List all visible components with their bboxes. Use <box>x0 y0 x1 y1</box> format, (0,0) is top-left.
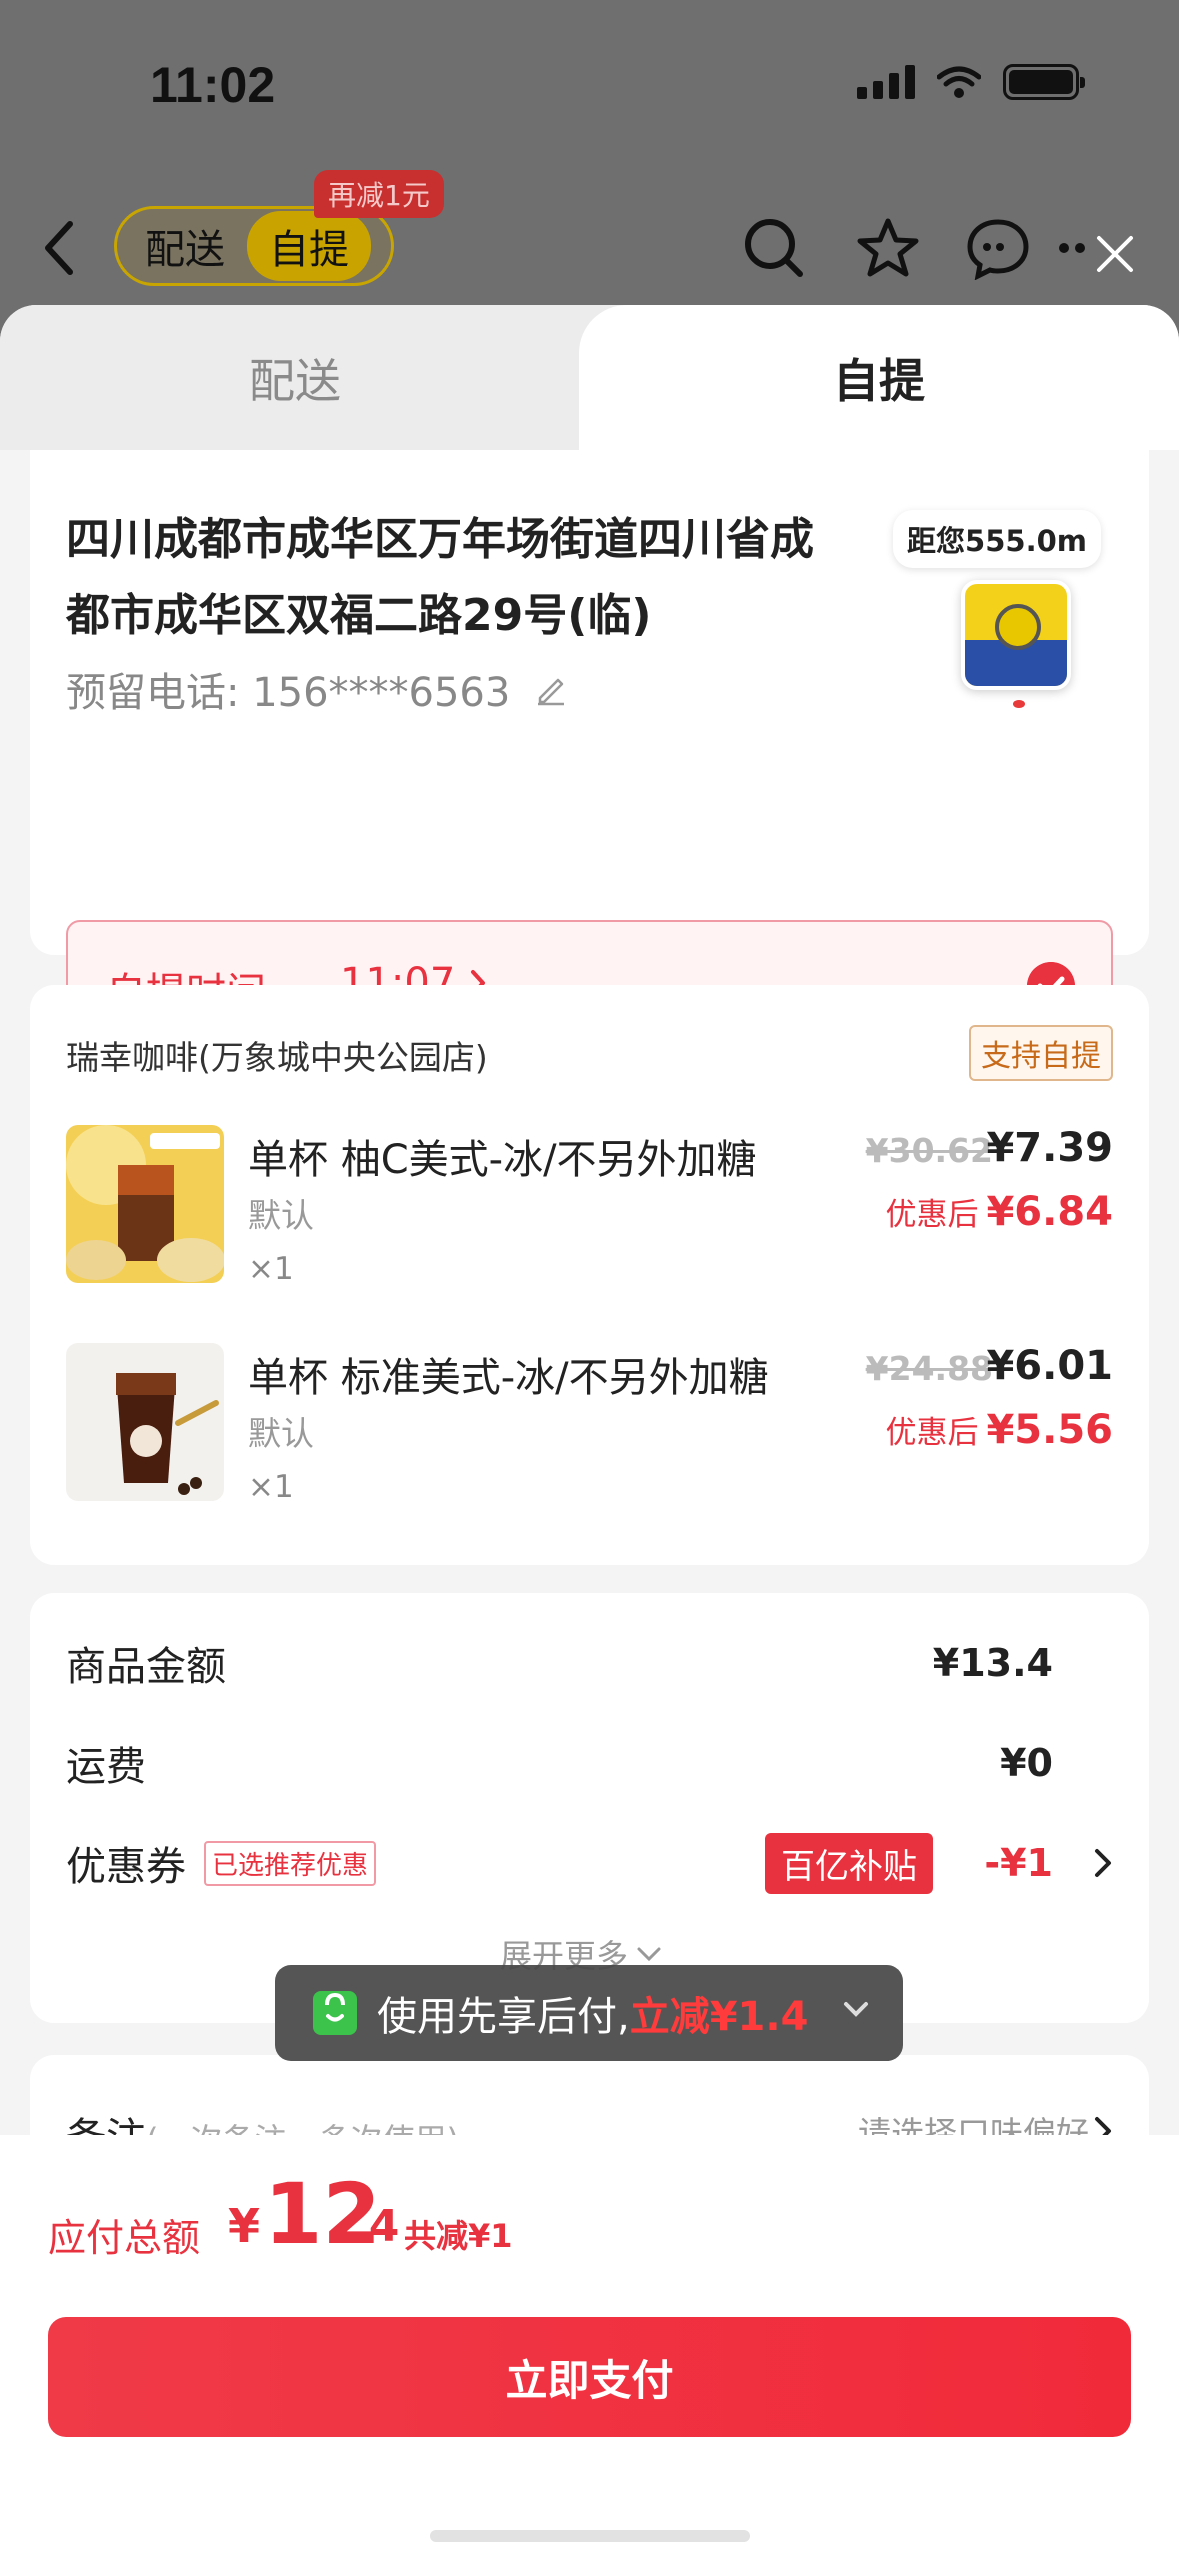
mode-delivery[interactable]: 配送 <box>145 217 225 275</box>
discounted-price: 优惠后 ¥6.84 <box>885 1189 1113 1235</box>
reserved-phone[interactable]: 预留电话: 156****6563 <box>66 660 568 718</box>
shipping-label: 运费 <box>66 1744 146 1790</box>
product-quantity: ×1 <box>248 1469 294 1505</box>
coupon-recommend-tag: 已选推荐优惠 <box>204 1840 377 1886</box>
toast-highlight: 立减¥1.4 <box>629 1994 809 2040</box>
store-name: 瑞幸咖啡(万象城中央公园店) <box>66 1038 488 1077</box>
shipping-row: 运费 ¥0 <box>66 1733 1113 1793</box>
chevron-right-icon[interactable] <box>1093 1847 1113 1879</box>
fulfillment-tabs: 配送 自提 <box>0 305 1179 450</box>
distance-badge: 距您555.0m <box>893 510 1101 568</box>
coupon-value: -¥1 <box>984 1841 1053 1885</box>
shopping-bag-icon <box>313 1991 357 2035</box>
mode-pickup[interactable]: 自提 <box>247 211 371 281</box>
shipping-value: ¥0 <box>1000 1741 1053 1785</box>
total-label: 应付总额 <box>48 2216 201 2260</box>
tab-pickup[interactable]: 自提 <box>579 305 1179 450</box>
original-price: ¥24.88 <box>865 1349 993 1388</box>
discounted-price-label: 优惠后 <box>885 1415 979 1451</box>
discounted-price-label: 优惠后 <box>885 1197 979 1233</box>
total-decimal: .4 <box>352 2201 400 2252</box>
order-items-card: 瑞幸咖啡(万象城中央公园店) 支持自提 单杯 柚C美式-冰/不另外加糖 默认 ×… <box>30 985 1149 1565</box>
chevron-down-icon[interactable] <box>843 2001 869 2019</box>
product-quantity: ×1 <box>248 1251 294 1287</box>
back-icon[interactable] <box>40 218 80 278</box>
total-saving: 共减¥1 <box>404 2217 513 2255</box>
status-icons <box>857 64 1085 100</box>
product-image <box>66 1125 224 1283</box>
chat-icon[interactable] <box>966 216 1030 280</box>
delivery-mode-toggle[interactable]: 配送 自提 <box>114 206 394 286</box>
edit-icon[interactable] <box>534 672 568 706</box>
close-icon[interactable] <box>1095 234 1135 274</box>
star-icon[interactable] <box>856 216 920 280</box>
map-pin-icon <box>1013 700 1025 708</box>
status-time: 11:02 <box>150 57 276 113</box>
product-image <box>66 1343 224 1501</box>
discounted-price-value: ¥6.84 <box>986 1189 1113 1235</box>
product-spec: 默认 <box>248 1196 314 1235</box>
toast-text: 使用先享后付, <box>377 1994 630 2040</box>
goods-amount-value: ¥13.4 <box>932 1641 1053 1685</box>
tab-delivery[interactable]: 配送 <box>0 305 590 450</box>
discounted-price: 优惠后 ¥5.56 <box>885 1407 1113 1453</box>
pay-later-toast[interactable]: 使用先享后付, 立减¥1.4 <box>275 1965 903 2061</box>
home-indicator <box>430 2530 750 2542</box>
pay-now-button[interactable]: 立即支付 <box>48 2317 1131 2437</box>
price-summary-card: 商品金额 ¥13.4 运费 ¥0 优惠券 已选推荐优惠 百亿补贴 -¥1 展开更… <box>30 1593 1149 2023</box>
product-spec: 默认 <box>248 1414 314 1453</box>
discounted-price-value: ¥5.56 <box>986 1407 1113 1453</box>
subsidy-badge: 百亿补贴 <box>765 1832 933 1894</box>
phone-text: 预留电话: 156****6563 <box>66 670 511 716</box>
chevron-down-icon <box>637 1947 661 1962</box>
order-item[interactable]: 单杯 柚C美式-冰/不另外加糖 默认 ×1 ¥30.62 ¥7.39 优惠后 ¥… <box>66 1125 1113 1295</box>
wifi-icon <box>937 66 981 98</box>
current-price: ¥6.01 <box>986 1343 1113 1389</box>
order-item[interactable]: 单杯 标准美式-冰/不另外加糖 默认 ×1 ¥24.88 ¥6.01 优惠后 ¥… <box>66 1343 1113 1513</box>
bottom-pay-bar: 应付总额 ¥ 12 .4 共减¥1 立即支付 <box>0 2135 1179 2556</box>
store-address: 四川成都市成华区万年场街道四川省成都市成华区双福二路29号(临) <box>66 514 814 641</box>
original-price: ¥30.62 <box>865 1131 993 1170</box>
product-title: 单杯 标准美式-冰/不另外加糖 <box>248 1355 769 1401</box>
search-icon[interactable] <box>742 216 806 280</box>
more-icon[interactable] <box>1056 216 1100 280</box>
goods-amount-row: 商品金额 ¥13.4 <box>66 1633 1113 1693</box>
store-logo <box>961 580 1071 690</box>
pickup-support-badge: 支持自提 <box>969 1025 1113 1081</box>
pickup-address-card: 四川成都市成华区万年场街道四川省成都市成华区双福二路29号(临) 预留电话: 1… <box>30 450 1149 1048</box>
coupon-label: 优惠券 <box>66 1844 186 1890</box>
current-price: ¥7.39 <box>986 1125 1113 1171</box>
total-currency: ¥ <box>228 2199 261 2253</box>
cellular-signal-icon <box>857 65 915 99</box>
battery-icon <box>1003 64 1085 100</box>
goods-amount-label: 商品金额 <box>66 1644 226 1690</box>
product-title: 单杯 柚C美式-冰/不另外加糖 <box>248 1137 757 1183</box>
coupon-row[interactable]: 优惠券 已选推荐优惠 百亿补贴 -¥1 <box>66 1832 1113 1894</box>
status-bar: 11:02 <box>0 0 1179 150</box>
promo-tag: 再减1元 <box>314 170 444 218</box>
page-header: 配送 自提 再减1元 <box>0 170 1179 320</box>
